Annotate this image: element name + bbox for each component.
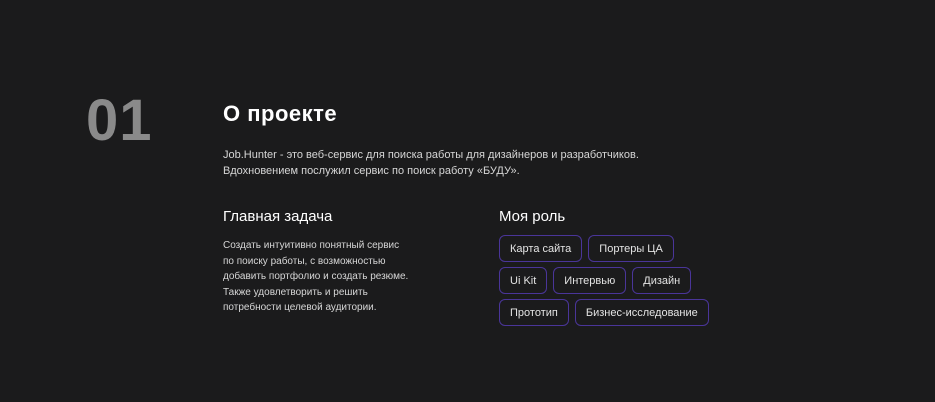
tag-ui-kit: Ui Kit bbox=[499, 267, 548, 294]
task-line: Также удовлетворить и решить bbox=[223, 286, 368, 298]
task-line: Создать интуитивно понятный сервис bbox=[223, 240, 400, 251]
task-line: по поиску работы, с возможностью bbox=[223, 255, 386, 267]
project-description: Job.Hunter - это веб-сервис для поиска р… bbox=[223, 147, 703, 179]
section-title: О проекте bbox=[223, 101, 338, 126]
task-line: потребности целевой аудитории. bbox=[223, 302, 377, 314]
tag-personas: Портеры ЦА bbox=[588, 235, 674, 262]
main-task-text: Создать интуитивно понятный сервис по по… bbox=[223, 238, 453, 316]
section-number: 01 bbox=[86, 88, 153, 153]
my-role-heading: Моя роль bbox=[499, 208, 566, 225]
tag-interview: Интервью bbox=[553, 267, 627, 294]
tag-design: Дизайн bbox=[632, 267, 692, 294]
tag-business-research: Бизнес-исследование bbox=[574, 299, 709, 326]
description-line: Вдохновением послужил сервис по поиск ра… bbox=[223, 165, 520, 177]
description-line: Job.Hunter - это веб-сервис для поиска р… bbox=[223, 149, 639, 161]
tag-sitemap: Карта сайта bbox=[499, 235, 583, 262]
role-tags: Карта сайта Портеры ЦА Ui Kit Интервью Д… bbox=[499, 235, 739, 331]
tag-row: Прототип Бизнес-исследование bbox=[499, 299, 739, 326]
tag-row: Ui Kit Интервью Дизайн bbox=[499, 267, 739, 294]
tag-row: Карта сайта Портеры ЦА bbox=[499, 235, 739, 262]
tag-prototype: Прототип bbox=[499, 299, 569, 326]
task-line: добавить портфолио и создать резюме. bbox=[223, 271, 409, 283]
main-task-heading: Главная задача bbox=[223, 208, 333, 225]
